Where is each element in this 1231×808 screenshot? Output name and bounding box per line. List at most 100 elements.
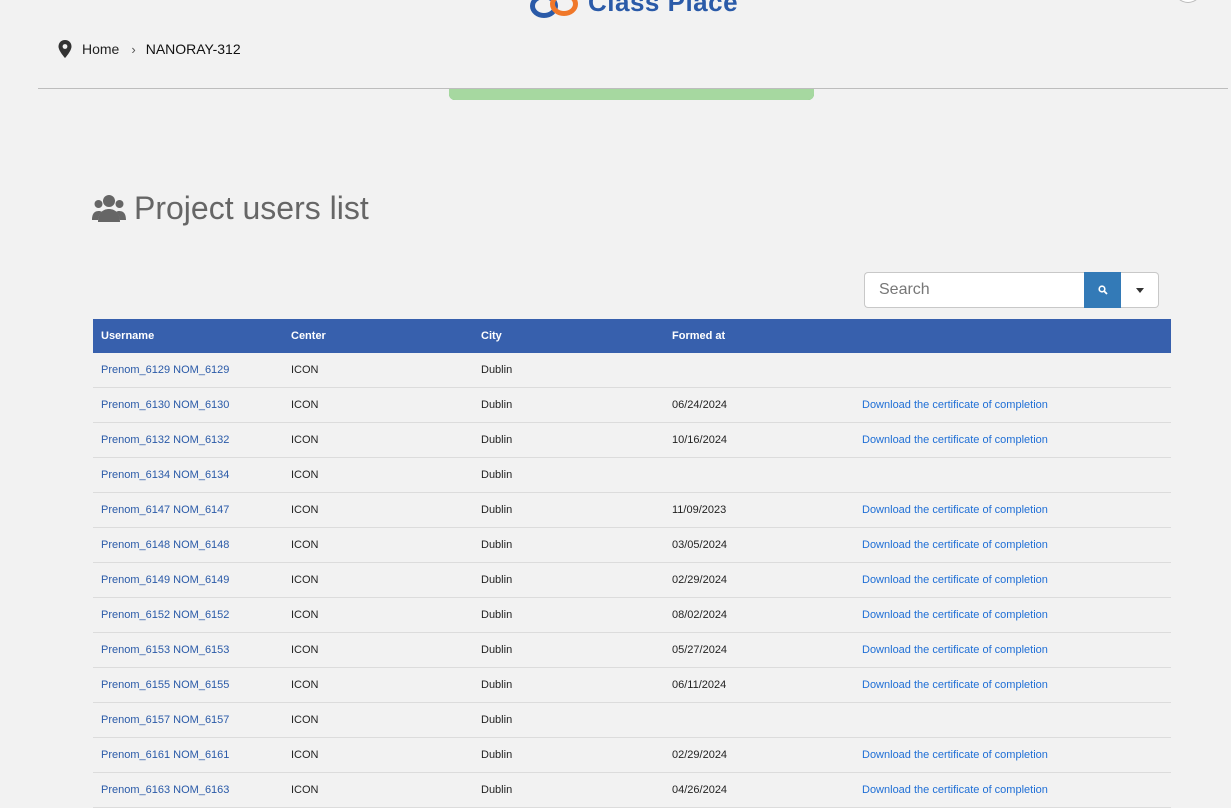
table-row: Prenom_6147 NOM_6147 ICON Dublin 11/09/2023… [93, 492, 1171, 528]
table-row: Prenom_6161 NOM_6161 ICON Dublin 02/29/2024… [93, 737, 1171, 773]
table-row: Prenom_6149 NOM_6149 ICON Dublin 02/29/2024… [93, 562, 1171, 598]
username-cell: Prenom_6147 NOM_6147 [93, 492, 283, 528]
action-cell [854, 353, 1171, 388]
breadcrumb-separator-icon: › [131, 41, 136, 57]
city-cell: Dublin [473, 492, 664, 528]
city-cell: Dublin [473, 457, 664, 493]
center-cell: ICON [283, 772, 473, 808]
table-row: Prenom_6152 NOM_6152 ICON Dublin 08/02/2024… [93, 597, 1171, 633]
username-link[interactable]: Prenom_6134 NOM_6134 [101, 469, 229, 481]
center-cell: ICON [283, 422, 473, 458]
column-header-center[interactable]: Center [283, 319, 473, 353]
map-pin-icon [58, 40, 72, 58]
column-header-actions [854, 319, 1171, 353]
users-icon [92, 194, 126, 222]
progress-bar [449, 89, 814, 100]
download-certificate-link[interactable]: Download the certificate of completion [862, 434, 1048, 446]
download-certificate-link[interactable]: Download the certificate of completion [862, 784, 1048, 796]
download-certificate-link[interactable]: Download the certificate of completion [862, 574, 1048, 586]
city-cell: Dublin [473, 422, 664, 458]
username-cell: Prenom_6161 NOM_6161 [93, 737, 283, 773]
city-cell: Dublin [473, 527, 664, 563]
table-row: Prenom_6157 NOM_6157 ICON Dublin [93, 702, 1171, 738]
username-cell: Prenom_6152 NOM_6152 [93, 597, 283, 633]
username-cell: Prenom_6157 NOM_6157 [93, 702, 283, 738]
users-table: Username Center City Formed at Prenom_61… [93, 319, 1171, 808]
action-cell: Download the certificate of completion [854, 667, 1171, 703]
download-certificate-link[interactable]: Download the certificate of completion [862, 749, 1048, 761]
action-cell: Download the certificate of completion [854, 387, 1171, 423]
username-cell: Prenom_6130 NOM_6130 [93, 387, 283, 423]
formed-at-cell: 06/24/2024 [664, 387, 854, 423]
city-cell: Dublin [473, 353, 664, 388]
username-link[interactable]: Prenom_6130 NOM_6130 [101, 399, 229, 411]
action-cell: Download the certificate of completion [854, 632, 1171, 668]
username-link[interactable]: Prenom_6157 NOM_6157 [101, 714, 229, 726]
username-link[interactable]: Prenom_6149 NOM_6149 [101, 574, 229, 586]
breadcrumb-current: NANORAY-312 [145, 41, 241, 57]
column-header-formed-at[interactable]: Formed at [664, 319, 854, 353]
username-cell: Prenom_6155 NOM_6155 [93, 667, 283, 703]
download-certificate-link[interactable]: Download the certificate of completion [862, 399, 1048, 411]
username-link[interactable]: Prenom_6155 NOM_6155 [101, 679, 229, 691]
user-avatar-button[interactable] [1174, 0, 1202, 3]
column-header-username[interactable]: Username [93, 319, 283, 353]
table-row: Prenom_6132 NOM_6132 ICON Dublin 10/16/2024… [93, 422, 1171, 458]
city-cell: Dublin [473, 667, 664, 703]
formed-at-cell: 06/11/2024 [664, 667, 854, 703]
center-cell: ICON [283, 737, 473, 773]
city-cell: Dublin [473, 387, 664, 423]
search-options-dropdown[interactable] [1121, 272, 1159, 308]
username-cell: Prenom_6153 NOM_6153 [93, 632, 283, 668]
progress-bar-fill [449, 89, 814, 100]
download-certificate-link[interactable]: Download the certificate of completion [862, 679, 1048, 691]
formed-at-cell: 05/27/2024 [664, 632, 854, 668]
center-cell: ICON [283, 702, 473, 738]
action-cell [854, 702, 1171, 738]
table-row: Prenom_6130 NOM_6130 ICON Dublin 06/24/2024… [93, 387, 1171, 423]
formed-at-cell [664, 353, 854, 388]
username-link[interactable]: Prenom_6148 NOM_6148 [101, 539, 229, 551]
username-cell: Prenom_6129 NOM_6129 [93, 353, 283, 388]
page-header: Project users list [92, 190, 369, 227]
center-cell: ICON [283, 667, 473, 703]
download-certificate-link[interactable]: Download the certificate of completion [862, 539, 1048, 551]
center-cell: ICON [283, 527, 473, 563]
formed-at-cell: 08/02/2024 [664, 597, 854, 633]
table-header-row: Username Center City Formed at [93, 319, 1171, 353]
download-certificate-link[interactable]: Download the certificate of completion [862, 644, 1048, 656]
username-link[interactable]: Prenom_6161 NOM_6161 [101, 749, 229, 761]
username-link[interactable]: Prenom_6153 NOM_6153 [101, 644, 229, 656]
username-cell: Prenom_6163 NOM_6163 [93, 772, 283, 808]
search-input[interactable] [864, 272, 1084, 308]
action-cell: Download the certificate of completion [854, 737, 1171, 773]
page-title: Project users list [134, 190, 369, 226]
username-cell: Prenom_6132 NOM_6132 [93, 422, 283, 458]
formed-at-cell: 04/26/2024 [664, 772, 854, 808]
action-cell: Download the certificate of completion [854, 772, 1171, 808]
action-cell: Download the certificate of completion [854, 597, 1171, 633]
username-link[interactable]: Prenom_6152 NOM_6152 [101, 609, 229, 621]
table-row: Prenom_6134 NOM_6134 ICON Dublin [93, 457, 1171, 493]
action-cell: Download the certificate of completion [854, 422, 1171, 458]
formed-at-cell [664, 702, 854, 738]
username-link[interactable]: Prenom_6163 NOM_6163 [101, 784, 229, 796]
column-header-city[interactable]: City [473, 319, 664, 353]
center-cell: ICON [283, 632, 473, 668]
download-certificate-link[interactable]: Download the certificate of completion [862, 504, 1048, 516]
table-row: Prenom_6155 NOM_6155 ICON Dublin 06/11/2024… [93, 667, 1171, 703]
caret-down-icon [1135, 287, 1144, 293]
breadcrumb-home-link[interactable]: Home [82, 41, 119, 57]
app-logo[interactable]: Class Place [530, 0, 739, 18]
formed-at-cell: 02/29/2024 [664, 737, 854, 773]
city-cell: Dublin [473, 702, 664, 738]
center-cell: ICON [283, 562, 473, 598]
username-link[interactable]: Prenom_6132 NOM_6132 [101, 434, 229, 446]
download-certificate-link[interactable]: Download the certificate of completion [862, 609, 1048, 621]
username-link[interactable]: Prenom_6147 NOM_6147 [101, 504, 229, 516]
search-button[interactable] [1084, 272, 1121, 308]
username-cell: Prenom_6148 NOM_6148 [93, 527, 283, 563]
logo-mark-icon [530, 0, 578, 18]
logo-text: Class Place [588, 0, 739, 17]
username-link[interactable]: Prenom_6129 NOM_6129 [101, 364, 229, 376]
